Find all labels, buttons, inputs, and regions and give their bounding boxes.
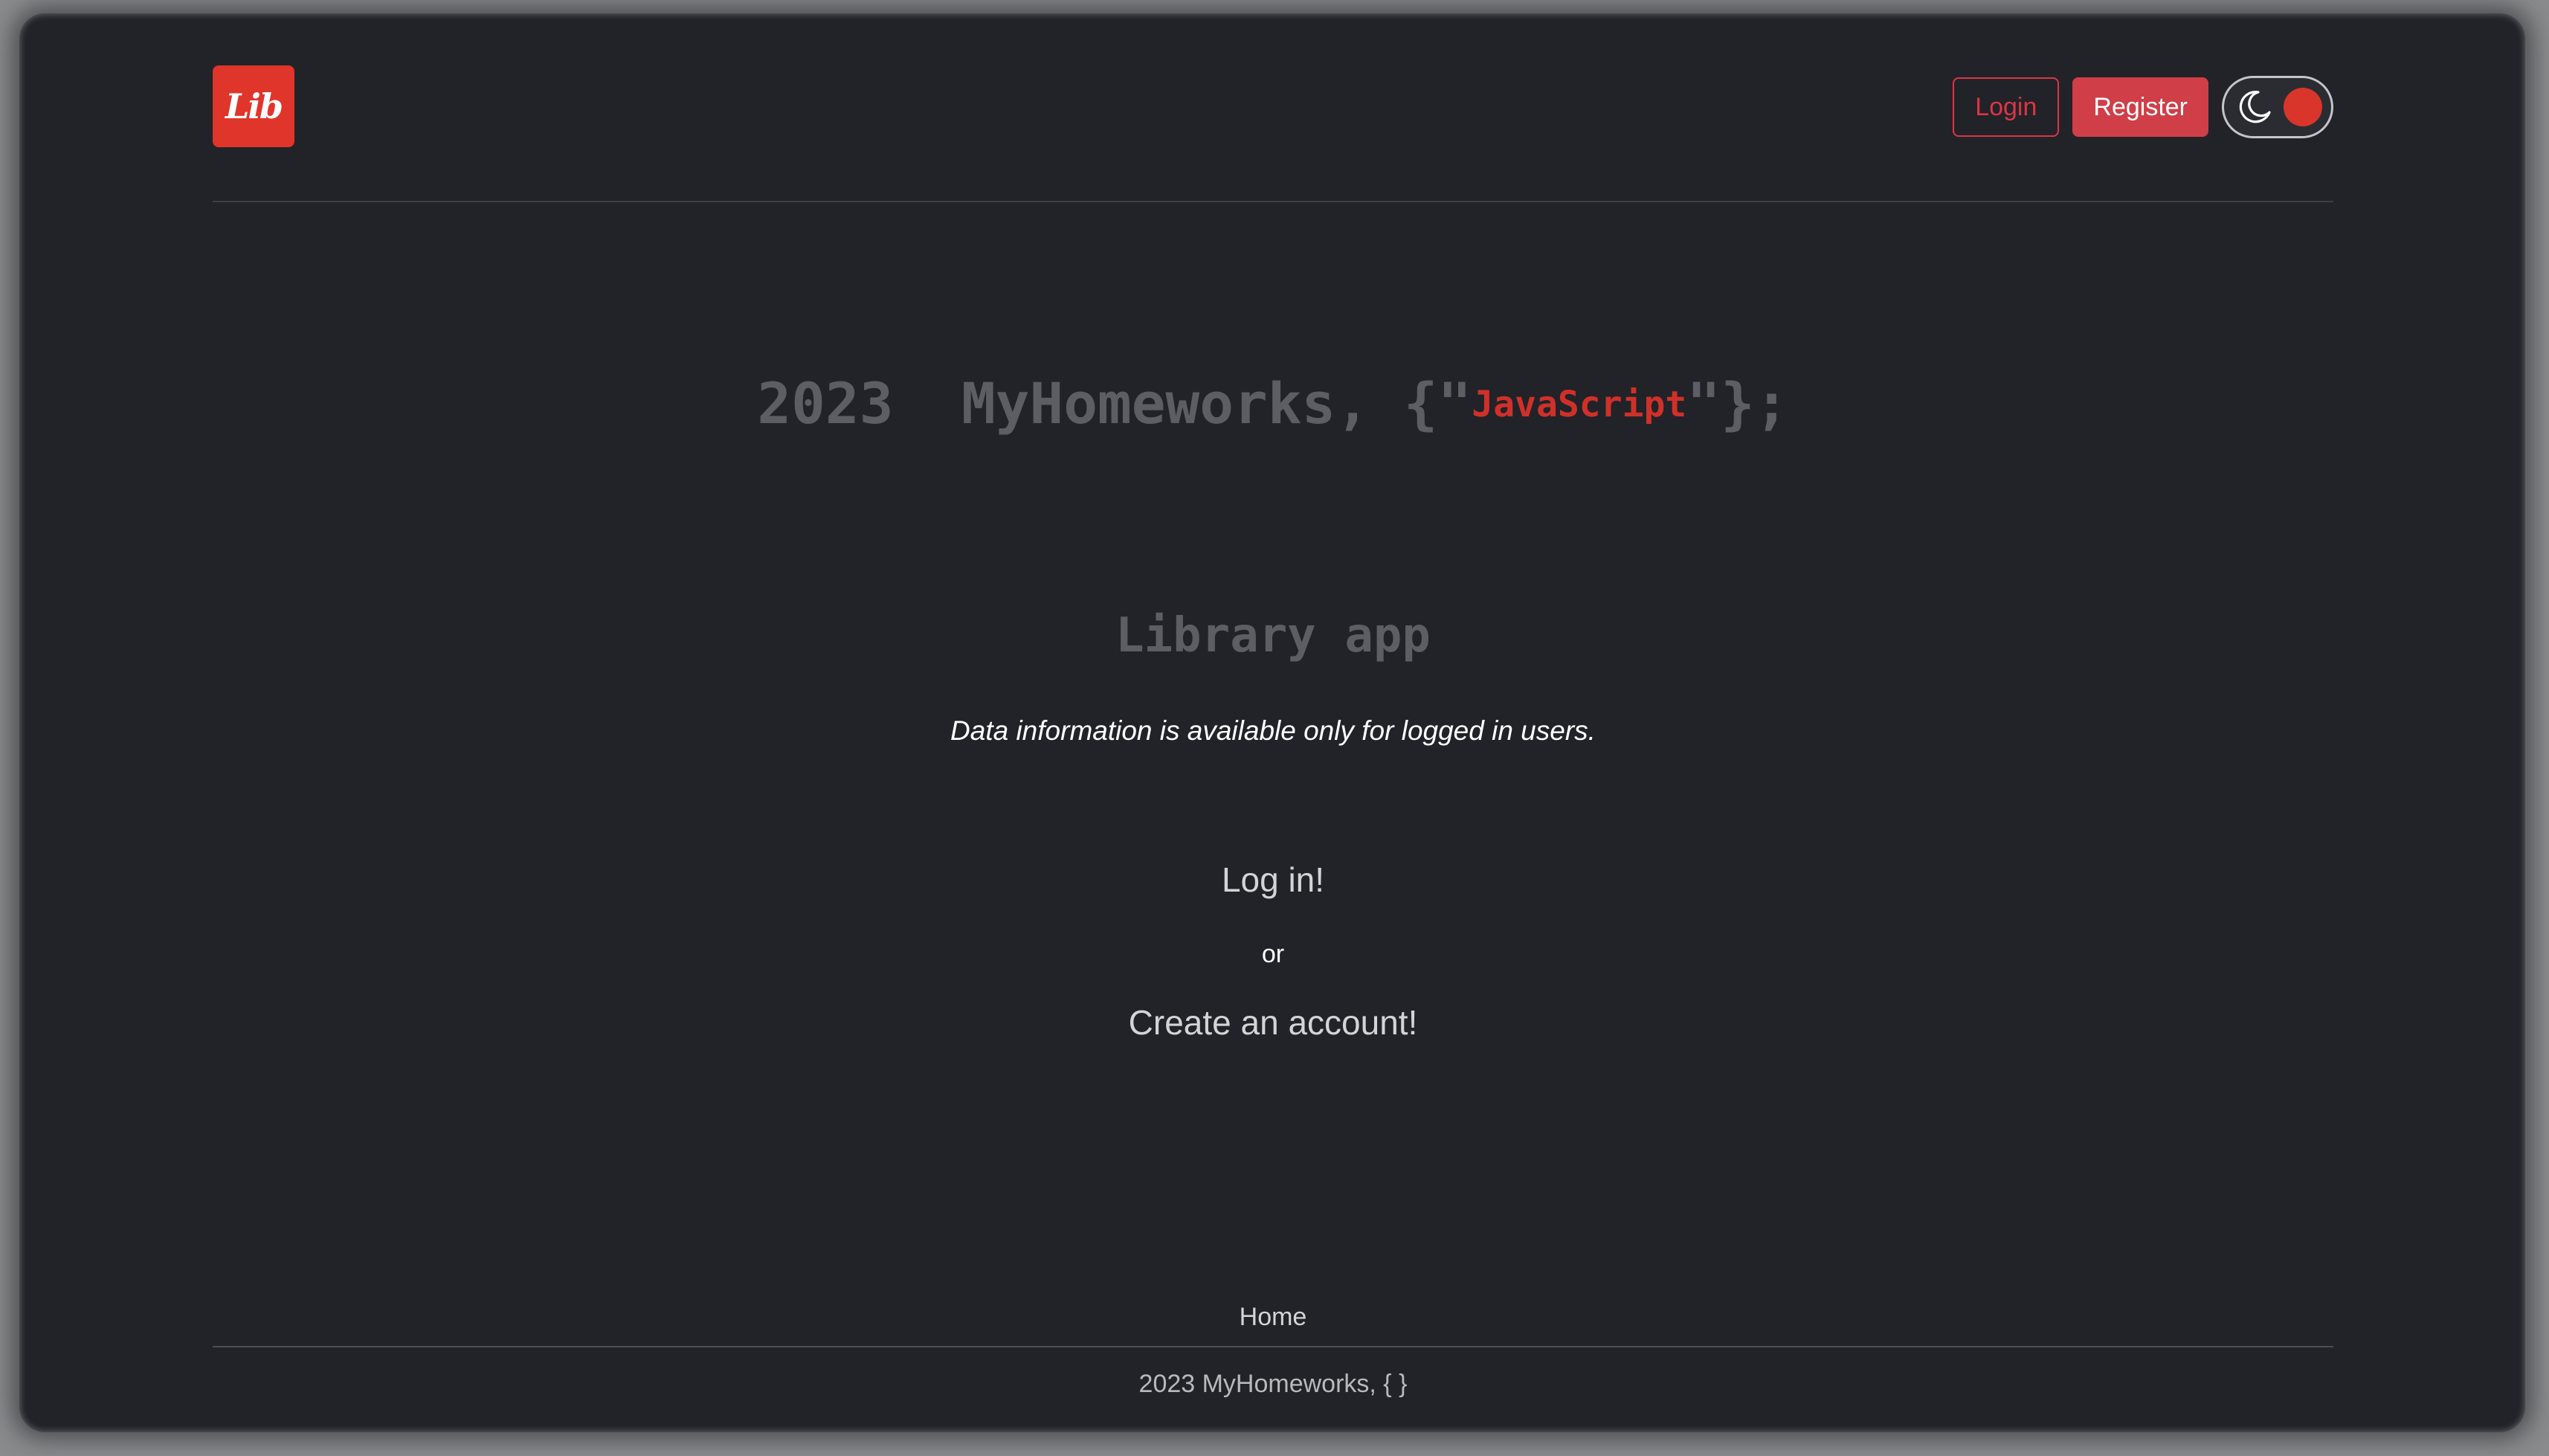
hero-highlight: JavaScript xyxy=(1472,384,1687,425)
toggle-knob xyxy=(2284,88,2322,126)
register-button[interactable]: Register xyxy=(2072,77,2208,137)
hero-prefix: 2023 MyHomeworks, {" xyxy=(757,370,1472,437)
footer-divider xyxy=(213,1346,2333,1347)
footer-home-link[interactable]: Home xyxy=(213,1303,2333,1332)
create-account-link[interactable]: Create an account! xyxy=(213,1002,2333,1043)
info-message: Data information is available only for l… xyxy=(950,715,1596,746)
login-link[interactable]: Log in! xyxy=(213,860,2333,900)
login-button[interactable]: Login xyxy=(1953,77,2060,137)
site-header: Lib Login Register xyxy=(213,13,2333,202)
page-container: Lib Login Register 2023 MyHomeworks, {"J… xyxy=(213,13,2333,1432)
or-separator: or xyxy=(1261,940,1285,968)
logo-text: Lib xyxy=(225,86,283,126)
header-actions: Login Register xyxy=(1953,76,2333,138)
footer-copyright: 2023 MyHomeworks, { } xyxy=(1138,1370,1408,1398)
browser-window: Lib Login Register 2023 MyHomeworks, {"J… xyxy=(19,13,2525,1432)
theme-toggle[interactable] xyxy=(2222,76,2333,138)
hero-suffix: "}; xyxy=(1686,370,1789,437)
page-title: Library app xyxy=(1115,608,1431,663)
hero-heading: 2023 MyHomeworks, {"JavaScript"}; xyxy=(213,370,2333,437)
moon-icon xyxy=(2239,91,2271,123)
logo[interactable]: Lib xyxy=(213,65,294,147)
